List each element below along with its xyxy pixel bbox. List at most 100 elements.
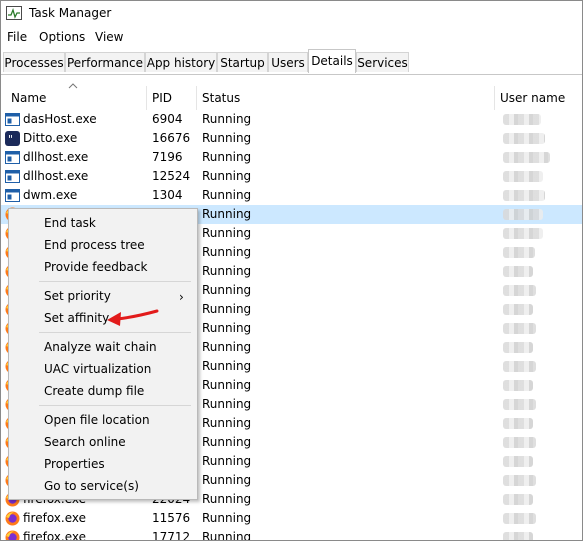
redacted-user-name: [503, 247, 535, 258]
tab-users[interactable]: Users: [268, 52, 308, 72]
redacted-user-name: [503, 266, 533, 277]
firefox-icon: [5, 511, 20, 526]
chevron-right-icon: ›: [179, 290, 184, 304]
process-status: Running: [202, 226, 252, 240]
process-pid: 17712: [152, 530, 191, 541]
process-status: Running: [202, 207, 252, 221]
menu-item-go-to-service-s[interactable]: Go to service(s): [44, 479, 139, 493]
task-manager-icon: [6, 6, 22, 20]
tab-performance[interactable]: Performance: [65, 52, 145, 72]
table-row[interactable]: dllhost.exe 7196 Running: [1, 148, 582, 167]
menu-file[interactable]: File: [7, 30, 27, 44]
column-user-name[interactable]: User name: [500, 91, 565, 105]
redacted-user-name: [503, 456, 533, 467]
menu-item-uac-virtualization[interactable]: UAC virtualization: [44, 362, 151, 376]
process-status: Running: [202, 511, 252, 525]
process-status: Running: [202, 112, 252, 126]
process-status: Running: [202, 340, 252, 354]
redacted-user-name: [503, 152, 550, 163]
column-header: Name PID Status User name: [1, 83, 582, 110]
process-status: Running: [202, 245, 252, 259]
column-divider[interactable]: [146, 86, 147, 110]
redacted-user-name: [503, 380, 533, 391]
column-divider[interactable]: [494, 86, 495, 110]
process-status: Running: [202, 530, 252, 541]
generic-app-icon: [5, 151, 20, 164]
process-name: Ditto.exe: [23, 131, 78, 145]
table-row[interactable]: firefox.exe 17712 Running: [1, 528, 582, 541]
redacted-user-name: [503, 361, 536, 372]
process-status: Running: [202, 302, 252, 316]
ditto-icon: ": [5, 131, 20, 146]
menu-item-open-file-location[interactable]: Open file location: [44, 413, 150, 427]
process-status: Running: [202, 283, 252, 297]
process-pid: 12524: [152, 169, 191, 183]
redacted-user-name: [503, 437, 536, 448]
redacted-user-name: [503, 475, 536, 486]
process-status: Running: [202, 378, 252, 392]
menu-item-set-priority[interactable]: Set priority: [44, 289, 111, 303]
redacted-user-name: [503, 285, 536, 296]
table-row[interactable]: dwm.exe 1304 Running: [1, 186, 582, 205]
redacted-user-name: [503, 494, 533, 505]
menu-item-end-process-tree[interactable]: End process tree: [44, 238, 145, 252]
column-name[interactable]: Name: [11, 91, 46, 105]
menu-item-create-dump-file[interactable]: Create dump file: [44, 384, 144, 398]
tab-details[interactable]: Details: [308, 49, 356, 73]
window-title: Task Manager: [29, 6, 112, 20]
process-pid: 11576: [152, 511, 191, 525]
process-status: Running: [202, 131, 252, 145]
redacted-user-name: [503, 190, 545, 201]
column-pid[interactable]: PID: [152, 91, 172, 105]
menu-separator: [39, 332, 191, 333]
process-status: Running: [202, 188, 252, 202]
process-status: Running: [202, 359, 252, 373]
svg-text:": ": [8, 133, 13, 146]
process-pid: 16676: [152, 131, 191, 145]
redacted-user-name: [503, 133, 545, 144]
redacted-user-name: [503, 342, 533, 353]
table-row[interactable]: " Ditto.exe 16676 Running: [1, 129, 582, 148]
table-row[interactable]: dllhost.exe 12524 Running: [1, 167, 582, 186]
tab-app-history[interactable]: App history: [145, 52, 217, 72]
process-status: Running: [202, 169, 252, 183]
redacted-user-name: [503, 399, 536, 410]
tab-processes[interactable]: Processes: [3, 52, 65, 72]
menu-item-provide-feedback[interactable]: Provide feedback: [44, 260, 147, 274]
menu-item-analyze-wait-chain[interactable]: Analyze wait chain: [44, 340, 157, 354]
column-divider[interactable]: [196, 86, 197, 110]
redacted-user-name: [503, 323, 536, 334]
process-status: Running: [202, 454, 252, 468]
tab-services[interactable]: Services: [356, 52, 409, 72]
process-status: Running: [202, 321, 252, 335]
menu-view[interactable]: View: [95, 30, 123, 44]
menu-separator: [39, 281, 191, 282]
menu-item-end-task[interactable]: End task: [44, 216, 96, 230]
redacted-user-name: [503, 228, 543, 239]
menu-item-search-online[interactable]: Search online: [44, 435, 126, 449]
menu-item-properties[interactable]: Properties: [44, 457, 105, 471]
process-name: dllhost.exe: [23, 150, 89, 164]
tab-strip: Processes Performance App history Startu…: [1, 48, 582, 75]
menu-bar: File Options View: [1, 27, 582, 47]
title-bar: Task Manager: [1, 1, 582, 27]
process-pid: 6904: [152, 112, 183, 126]
task-manager-window: Task Manager File Options View Processes…: [0, 0, 583, 541]
context-menu: End task End process tree Provide feedback…: [8, 208, 198, 500]
column-status[interactable]: Status: [202, 91, 240, 105]
tab-startup[interactable]: Startup: [217, 52, 268, 72]
process-status: Running: [202, 435, 252, 449]
menu-item-set-affinity[interactable]: Set affinity: [44, 311, 109, 325]
generic-app-icon: [5, 113, 20, 126]
table-row[interactable]: firefox.exe 11576 Running: [1, 509, 582, 528]
process-status: Running: [202, 397, 252, 411]
menu-separator: [39, 405, 191, 406]
firefox-icon: [5, 530, 20, 540]
redacted-user-name: [503, 114, 541, 125]
table-row[interactable]: dasHost.exe 6904 Running: [1, 110, 582, 129]
red-arrow-annotation: [107, 309, 159, 326]
process-pid: 1304: [152, 188, 183, 202]
process-status: Running: [202, 473, 252, 487]
menu-options[interactable]: Options: [39, 30, 85, 44]
redacted-user-name: [503, 513, 536, 524]
